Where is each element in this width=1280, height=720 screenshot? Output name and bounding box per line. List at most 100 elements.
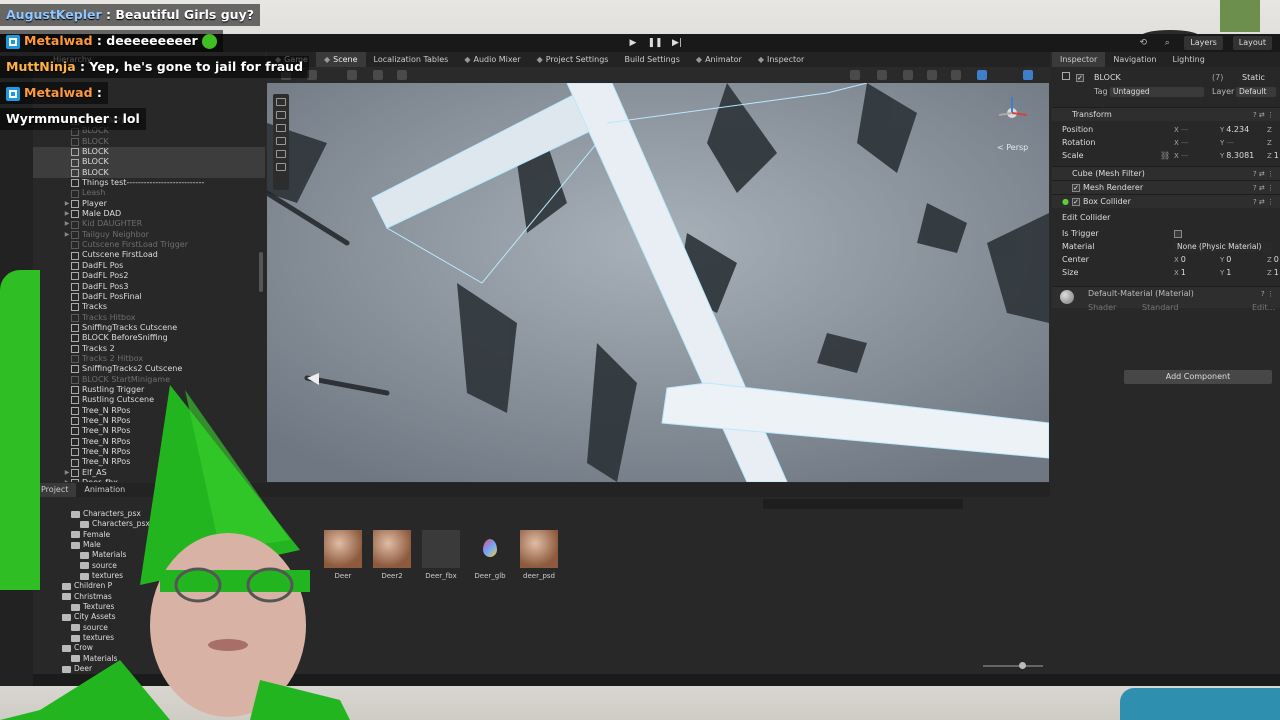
hierarchy-item[interactable]: Tracks Hitbox xyxy=(33,313,265,323)
center-z-field[interactable]: 0 xyxy=(1274,255,1279,264)
component-menu-icon[interactable]: ? ⇄ ⋮ xyxy=(1253,167,1274,181)
hierarchy-item[interactable]: DadFL Pos3 xyxy=(33,282,265,292)
hierarchy-item[interactable]: Tree_N RPos xyxy=(33,406,265,416)
size-z-field[interactable]: 1 xyxy=(1274,268,1279,277)
material-field[interactable]: None (Physic Material) xyxy=(1174,242,1272,252)
project-folder[interactable]: source xyxy=(33,623,163,633)
asset-item[interactable]: deer_psd xyxy=(519,530,559,580)
center-y-field[interactable]: 0 xyxy=(1226,255,1231,264)
hierarchy-item[interactable]: ▶ Kid DAUGHTER xyxy=(33,219,265,229)
hierarchy-item[interactable]: Cutscene FirstLoad Trigger xyxy=(33,240,265,250)
component-menu-icon[interactable]: ? ⇄ ⋮ xyxy=(1253,181,1274,195)
shader-dropdown[interactable]: Standard xyxy=(1142,302,1178,314)
project-folder[interactable]: Textures xyxy=(33,602,163,612)
tab-inspector[interactable]: ◆ Inspector xyxy=(750,52,812,67)
hierarchy-item[interactable]: ▶ Deer_fbx xyxy=(33,478,265,482)
hierarchy-item[interactable]: Tree_N RPos xyxy=(33,437,265,447)
transform-header[interactable]: Transform ? ⇄ ⋮ xyxy=(1052,107,1280,121)
project-folder[interactable]: Male xyxy=(33,540,163,550)
expand-arrow-icon[interactable]: ▶ xyxy=(63,230,71,240)
component-menu-icon[interactable]: ? ⋮ xyxy=(1261,287,1274,301)
tab-inspector[interactable]: Inspector xyxy=(1052,52,1106,67)
hierarchy-item[interactable]: Tree_N RPos xyxy=(33,447,265,457)
thumbnail-size-slider[interactable] xyxy=(983,665,1043,667)
project-folder[interactable]: Crow xyxy=(33,643,163,653)
hierarchy-item[interactable]: Rustling Cutscene xyxy=(33,395,265,405)
search-icon[interactable]: ⌕ xyxy=(1160,36,1174,50)
scale-tool-icon[interactable] xyxy=(276,137,286,145)
project-folder[interactable]: textures xyxy=(33,633,163,643)
hierarchy-item[interactable]: Tree_N RPos xyxy=(33,426,265,436)
hierarchy-item[interactable]: BLOCK xyxy=(33,147,265,158)
mesh-renderer-checkbox[interactable]: ✓ xyxy=(1072,183,1080,192)
rect-tool-icon[interactable] xyxy=(276,150,286,158)
hierarchy-item[interactable]: Tree_N RPos xyxy=(33,457,265,467)
step-icon[interactable]: ▶| xyxy=(669,36,685,50)
project-folder[interactable]: Materials xyxy=(33,550,163,560)
tab-build-settings[interactable]: Build Settings xyxy=(616,52,687,67)
project-folder[interactable]: Female xyxy=(33,530,163,540)
grid-snap-icon[interactable] xyxy=(347,70,357,80)
effects-toggle-icon[interactable] xyxy=(951,70,961,80)
shader-edit-button[interactable]: Edit... xyxy=(1252,302,1275,314)
tab-project-settings[interactable]: ◆ Project Settings xyxy=(529,52,617,67)
play-icon[interactable]: ▶ xyxy=(625,36,641,50)
project-folder[interactable]: Deer xyxy=(33,664,163,674)
position-y-field[interactable]: 4.234 xyxy=(1226,125,1249,134)
tag-dropdown[interactable]: Untagged xyxy=(1110,87,1204,97)
hidden-objects-icon[interactable] xyxy=(977,70,987,80)
expand-arrow-icon[interactable]: ▶ xyxy=(63,468,71,478)
hierarchy-item[interactable]: Tree_N RPos xyxy=(33,416,265,426)
expand-arrow-icon[interactable]: ▶ xyxy=(63,199,71,209)
asset-item[interactable]: Deer2 xyxy=(372,530,412,580)
expand-arrow-icon[interactable]: ▶ xyxy=(63,478,71,482)
asset-item[interactable]: Deer xyxy=(323,530,363,580)
center-x-field[interactable]: 0 xyxy=(1181,255,1186,264)
project-folder[interactable]: City Assets xyxy=(33,612,163,622)
tab-lighting[interactable]: Lighting xyxy=(1164,52,1212,67)
project-folder[interactable]: textures xyxy=(33,571,163,581)
hierarchy-item[interactable]: Tracks 2 Hitbox xyxy=(33,354,265,364)
lighting-toggle-icon[interactable] xyxy=(903,70,913,80)
thumbnail-size-knob[interactable] xyxy=(1019,662,1026,669)
hierarchy-item[interactable]: ▶ Elf_AS xyxy=(33,468,265,478)
persp-label[interactable]: < Persp xyxy=(997,143,1028,152)
hierarchy-item[interactable]: DadFL Pos2 xyxy=(33,271,265,281)
layer-dropdown[interactable]: Default xyxy=(1236,87,1276,97)
tab-navigation[interactable]: Navigation xyxy=(1105,52,1164,67)
is-trigger-checkbox[interactable] xyxy=(1174,229,1182,238)
project-folder[interactable]: Characters_psx xyxy=(33,519,163,529)
add-component-button[interactable]: Add Component xyxy=(1124,370,1272,384)
rotate-tool-icon[interactable] xyxy=(276,124,286,132)
mesh-renderer-header[interactable]: ✓ Mesh Renderer ? ⇄ ⋮ xyxy=(1052,180,1280,194)
snap-increment-icon[interactable] xyxy=(373,70,383,80)
tab-animation[interactable]: Animation xyxy=(76,483,133,497)
active-checkbox[interactable]: ✓ xyxy=(1076,73,1084,82)
asset-item[interactable]: Deer_fbx xyxy=(421,530,461,580)
hierarchy-item[interactable]: Cutscene FirstLoad xyxy=(33,250,265,260)
tab-audio-mixer[interactable]: ◆ Audio Mixer xyxy=(456,52,528,67)
move-tool-icon[interactable] xyxy=(276,111,286,119)
hierarchy-item[interactable]: ▶ Male DAD xyxy=(33,209,265,219)
link-icon[interactable]: ⛓ xyxy=(1160,150,1170,162)
hierarchy-item[interactable]: SniffingTracks Cutscene xyxy=(33,323,265,333)
view-tool-icon[interactable] xyxy=(276,98,286,106)
tab-scene[interactable]: ◆ Scene xyxy=(315,52,366,67)
gizmos-icon[interactable] xyxy=(1023,70,1033,80)
project-search-input[interactable] xyxy=(763,499,963,509)
component-menu-icon[interactable]: ? ⇄ ⋮ xyxy=(1253,195,1274,209)
transform-tool-icon[interactable] xyxy=(276,163,286,171)
pause-icon[interactable]: ❚❚ xyxy=(647,36,663,50)
hierarchy-item[interactable]: BLOCK xyxy=(33,167,265,179)
hierarchy-item[interactable]: Leash xyxy=(33,188,265,198)
shading-mode-icon[interactable] xyxy=(850,70,860,80)
hierarchy-item[interactable]: BLOCK xyxy=(33,137,265,147)
static-label[interactable]: Static xyxy=(1242,72,1265,84)
size-x-field[interactable]: 1 xyxy=(1181,268,1186,277)
hierarchy-item[interactable]: DadFL Pos xyxy=(33,261,265,271)
hierarchy-item[interactable]: Things test--------------------------- xyxy=(33,178,265,188)
project-folder[interactable]: source xyxy=(33,561,163,571)
hierarchy-item[interactable]: BLOCK xyxy=(33,157,265,168)
mesh-filter-header[interactable]: Cube (Mesh Filter) ? ⇄ ⋮ xyxy=(1052,166,1280,180)
history-icon[interactable]: ⟲ xyxy=(1136,36,1150,50)
